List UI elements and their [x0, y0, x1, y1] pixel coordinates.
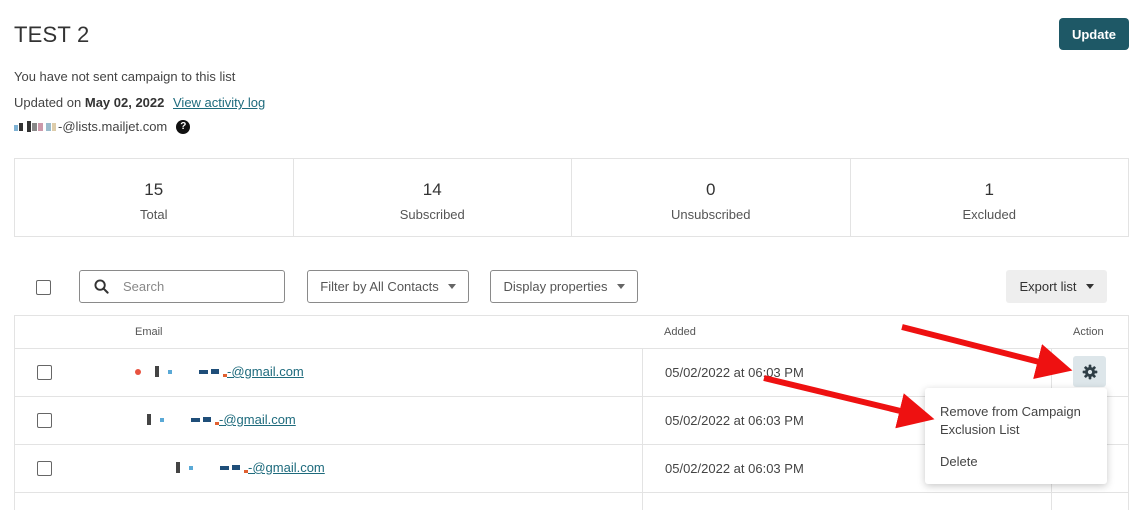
- update-button[interactable]: Update: [1059, 18, 1129, 50]
- display-label: Display properties: [503, 279, 608, 294]
- list-address: -@lists.mailjet.com ?: [14, 119, 191, 134]
- added-date: 05/02/2022 at 06:03 PM: [665, 365, 804, 380]
- column-header-added: Added: [664, 326, 696, 338]
- redacted-address: [14, 121, 57, 132]
- row-action-menu: Remove from Campaign Exclusion List Dele…: [925, 388, 1107, 484]
- contact-email-domain: -@gmail.com: [219, 412, 296, 427]
- search-input[interactable]: [123, 279, 263, 294]
- delete-contact-option[interactable]: Delete: [940, 453, 978, 471]
- contact-email-link[interactable]: -@gmail.com: [176, 460, 325, 475]
- row-checkbox[interactable]: [37, 461, 52, 476]
- stat-label: Unsubscribed: [671, 207, 751, 222]
- stat-label: Subscribed: [399, 207, 465, 222]
- search-box[interactable]: [79, 270, 285, 303]
- list-address-domain: -@lists.mailjet.com: [58, 119, 168, 134]
- stat-label: Total: [140, 207, 168, 222]
- filter-label: Filter by All Contacts: [320, 279, 439, 294]
- help-icon[interactable]: ?: [176, 119, 191, 134]
- export-list-button[interactable]: Export list: [1006, 270, 1107, 303]
- search-icon: [94, 279, 109, 294]
- remove-from-exclusion-list-option[interactable]: Remove from Campaign Exclusion List: [940, 403, 1100, 439]
- added-date: 05/02/2022 at 06:03 PM: [665, 413, 804, 428]
- column-header-action: Action: [1073, 326, 1104, 338]
- stat-unsubscribed: 0 Unsubscribed: [572, 159, 851, 236]
- stat-value: 1: [984, 180, 994, 199]
- chevron-down-icon: [447, 284, 456, 289]
- column-header-email: Email: [135, 326, 163, 338]
- row-checkbox[interactable]: [37, 365, 52, 380]
- page-title: TEST 2: [14, 22, 90, 47]
- stat-value: 15: [144, 180, 164, 199]
- gear-icon: [1082, 364, 1097, 379]
- stat-value: 14: [422, 180, 442, 199]
- stat-label: Excluded: [962, 207, 1016, 222]
- column-divider: [642, 348, 643, 510]
- added-date: 05/02/2022 at 06:03 PM: [665, 461, 804, 476]
- updated-date: May 02, 2022: [84, 95, 165, 110]
- excluded-indicator: [135, 368, 141, 375]
- contact-email-domain: -@gmail.com: [227, 364, 304, 379]
- updated-info: Updated on May 02, 2022 View activity lo…: [14, 95, 265, 110]
- stat-value: 0: [706, 180, 716, 199]
- chevron-down-icon: [616, 284, 625, 289]
- chevron-down-icon: [1085, 284, 1094, 289]
- updated-prefix: Updated on: [14, 95, 82, 110]
- view-activity-log-link[interactable]: View activity log: [173, 95, 265, 110]
- table-row-partial: [15, 492, 1128, 510]
- filter-contacts-dropdown[interactable]: Filter by All Contacts: [307, 270, 469, 303]
- contact-email-link[interactable]: -@gmail.com: [147, 412, 296, 427]
- display-properties-dropdown[interactable]: Display properties: [490, 270, 638, 303]
- contact-email-domain: -@gmail.com: [248, 460, 325, 475]
- campaign-status-text: You have not sent campaign to this list: [14, 69, 236, 84]
- stat-excluded: 1 Excluded: [851, 159, 1129, 236]
- stat-subscribed: 14 Subscribed: [294, 159, 572, 236]
- stats-panel: 15 Total 14 Subscribed 0 Unsubscribed 1 …: [14, 158, 1129, 237]
- select-all-checkbox[interactable]: [36, 280, 51, 295]
- row-checkbox[interactable]: [37, 413, 52, 428]
- stat-total: 15 Total: [15, 159, 294, 236]
- contact-email-link[interactable]: -@gmail.com: [135, 364, 304, 379]
- row-action-gear-button[interactable]: [1073, 356, 1106, 387]
- export-label: Export list: [1019, 279, 1077, 294]
